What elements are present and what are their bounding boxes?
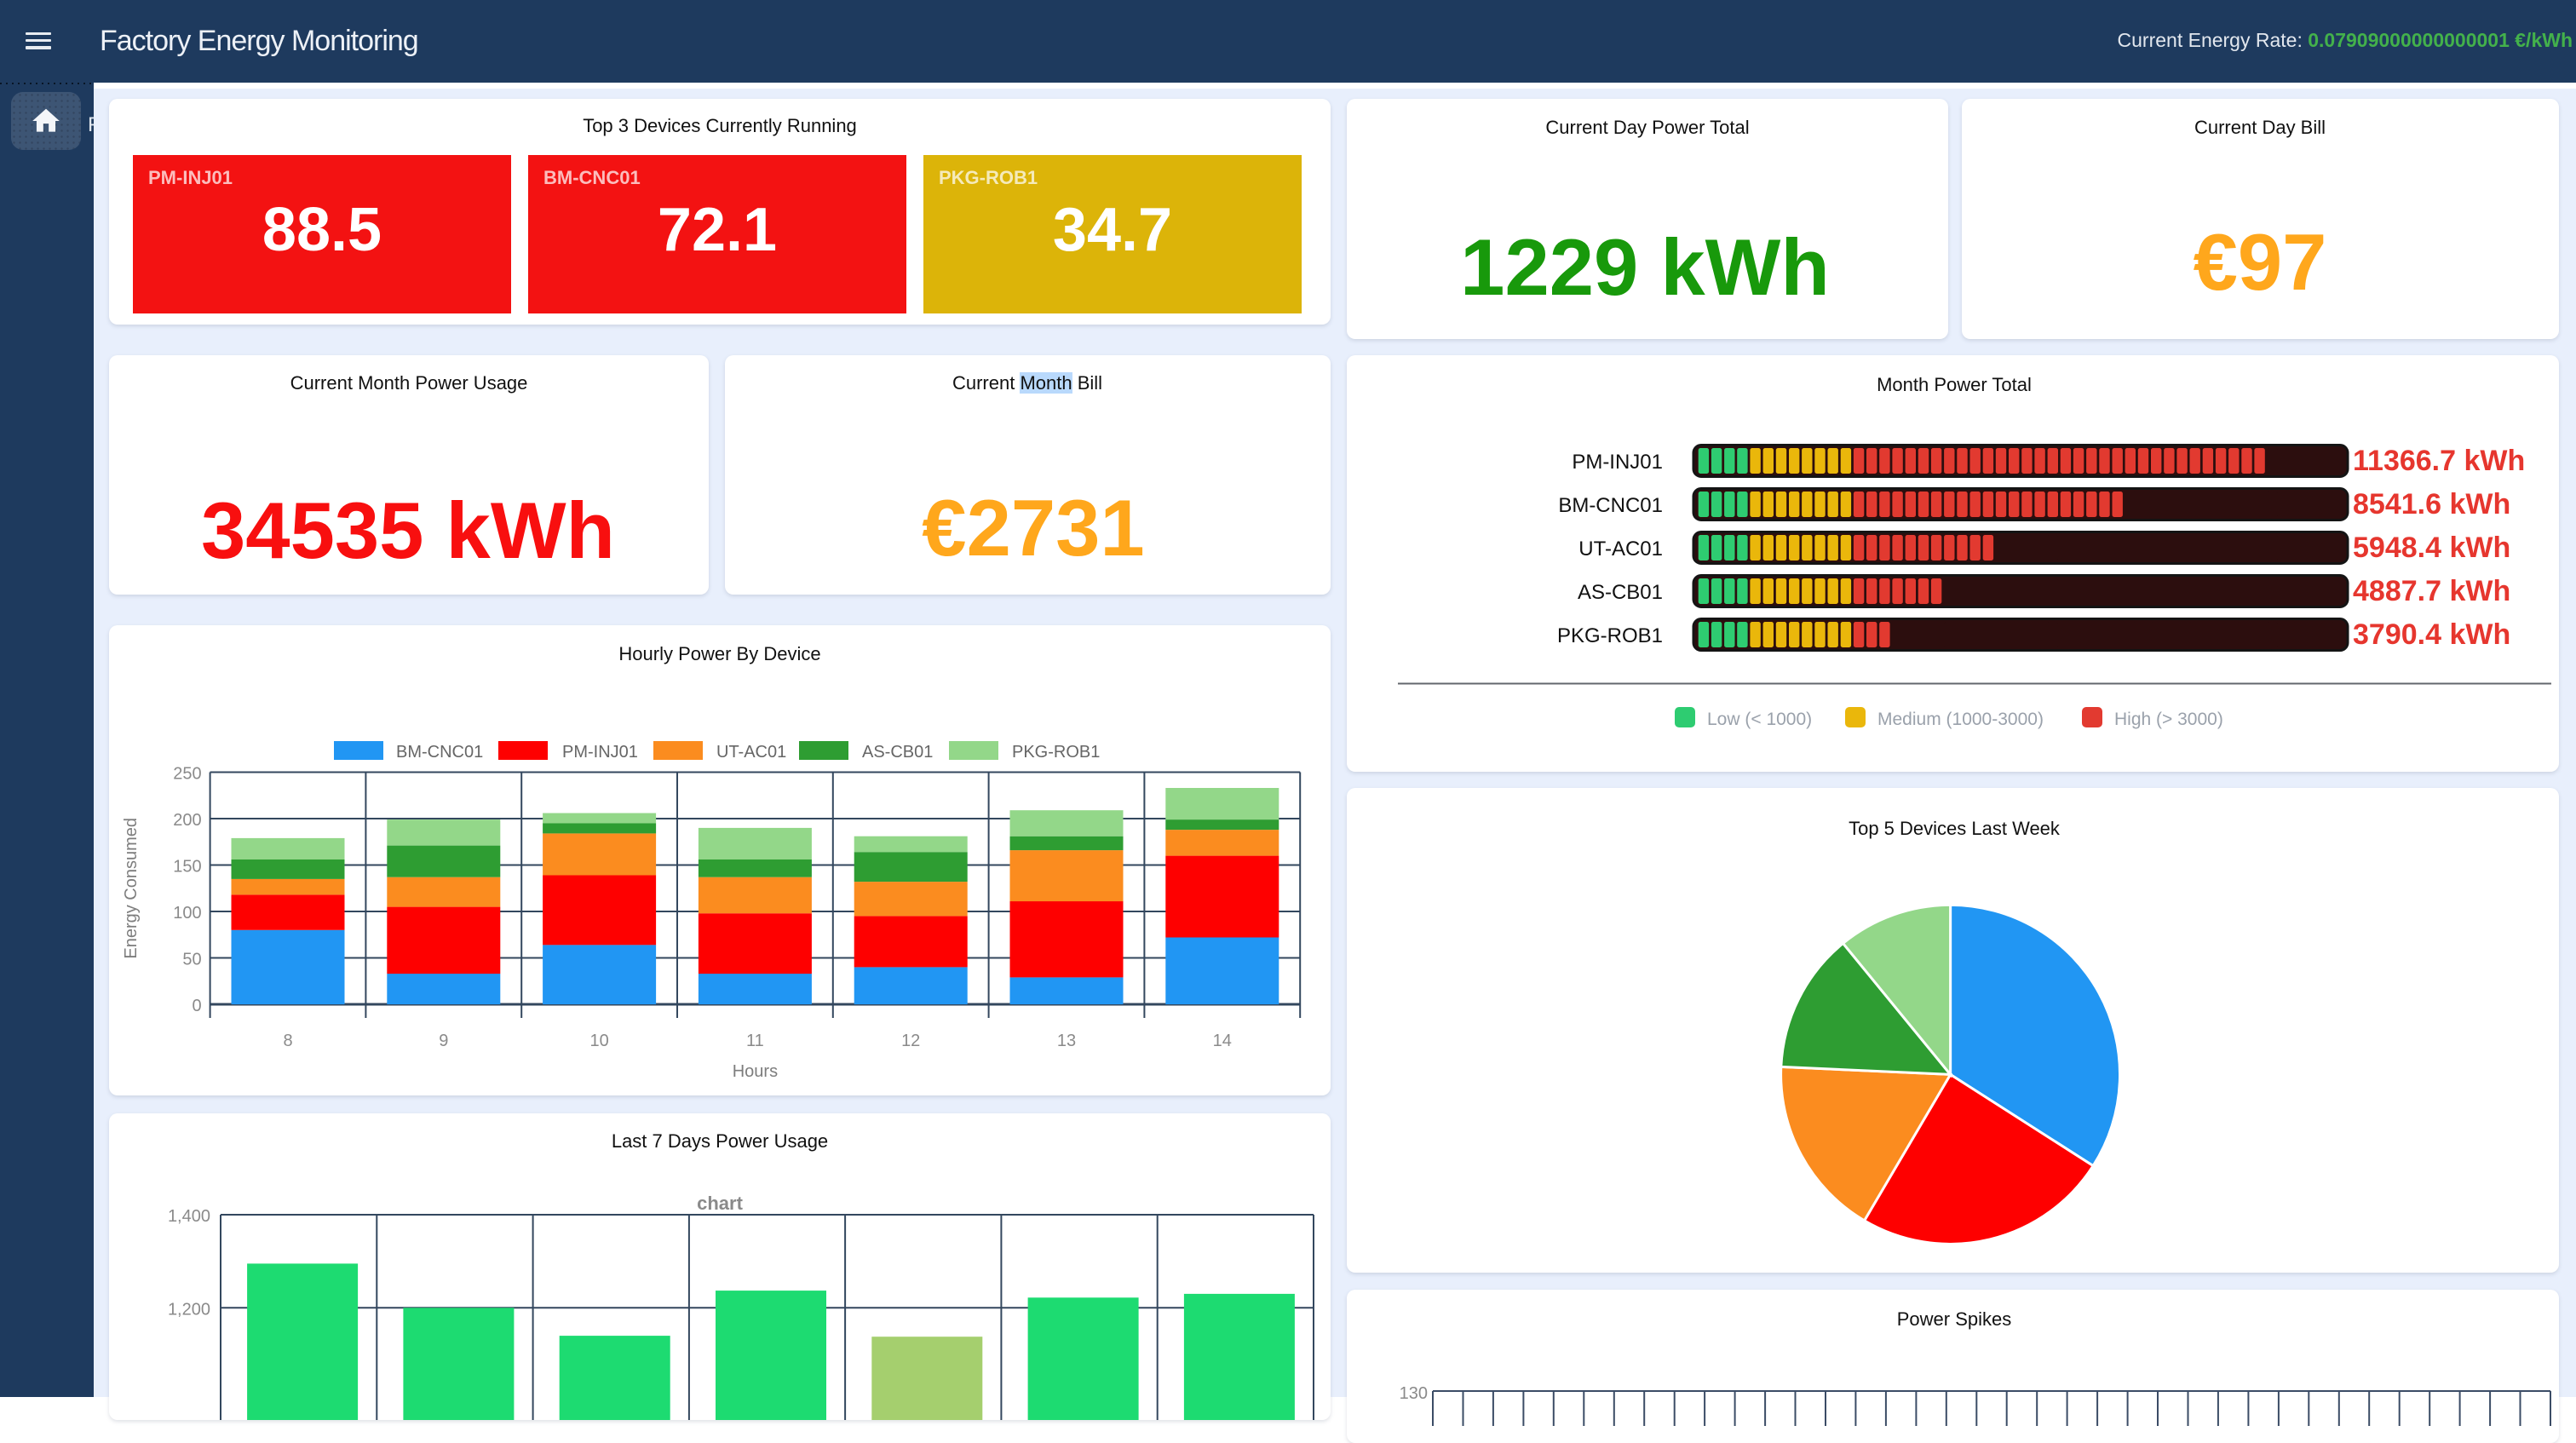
- svg-text:AS-CB01: AS-CB01: [862, 743, 933, 762]
- svg-text:5948.4 kWh: 5948.4 kWh: [2353, 532, 2510, 564]
- svg-text:PKG-ROB1: PKG-ROB1: [1557, 624, 1663, 647]
- svg-text:1,400: 1,400: [168, 1207, 210, 1226]
- svg-text:BM-CNC01: BM-CNC01: [396, 743, 483, 762]
- svg-text:3790.4 kWh: 3790.4 kWh: [2353, 618, 2510, 651]
- svg-text:10: 10: [589, 1032, 608, 1050]
- svg-text:50: 50: [182, 951, 201, 969]
- svg-text:Medium (1000-3000): Medium (1000-3000): [1877, 710, 2044, 729]
- svg-text:14: 14: [1213, 1032, 1232, 1050]
- svg-text:200: 200: [173, 811, 201, 830]
- svg-text:Energy Consumed: Energy Consumed: [122, 818, 141, 959]
- svg-text:8: 8: [283, 1032, 292, 1050]
- svg-text:9: 9: [439, 1032, 448, 1050]
- svg-text:12: 12: [901, 1032, 920, 1050]
- svg-text:13: 13: [1057, 1032, 1076, 1050]
- svg-text:4887.7 kWh: 4887.7 kWh: [2353, 575, 2510, 607]
- svg-text:100: 100: [173, 904, 201, 923]
- svg-text:AS-CB01: AS-CB01: [1578, 581, 1663, 604]
- svg-text:UT-AC01: UT-AC01: [716, 743, 786, 762]
- svg-text:8541.6 kWh: 8541.6 kWh: [2353, 488, 2510, 520]
- svg-text:High (> 3000): High (> 3000): [2114, 710, 2223, 729]
- svg-text:UT-AC01: UT-AC01: [1578, 538, 1663, 561]
- svg-text:BM-CNC01: BM-CNC01: [1558, 494, 1663, 517]
- svg-text:130: 130: [1400, 1384, 1428, 1403]
- svg-text:11: 11: [746, 1032, 764, 1050]
- svg-text:1,200: 1,200: [168, 1300, 210, 1319]
- svg-text:11366.7 kWh: 11366.7 kWh: [2353, 445, 2525, 477]
- svg-text:Low (< 1000): Low (< 1000): [1707, 710, 1812, 729]
- svg-text:0: 0: [192, 997, 201, 1015]
- svg-text:PM-INJ01: PM-INJ01: [562, 743, 638, 762]
- svg-text:PKG-ROB1: PKG-ROB1: [1012, 743, 1100, 762]
- svg-text:PM-INJ01: PM-INJ01: [1572, 451, 1663, 474]
- svg-text:250: 250: [173, 765, 201, 784]
- svg-text:150: 150: [173, 858, 201, 877]
- svg-text:Hours: Hours: [733, 1062, 778, 1081]
